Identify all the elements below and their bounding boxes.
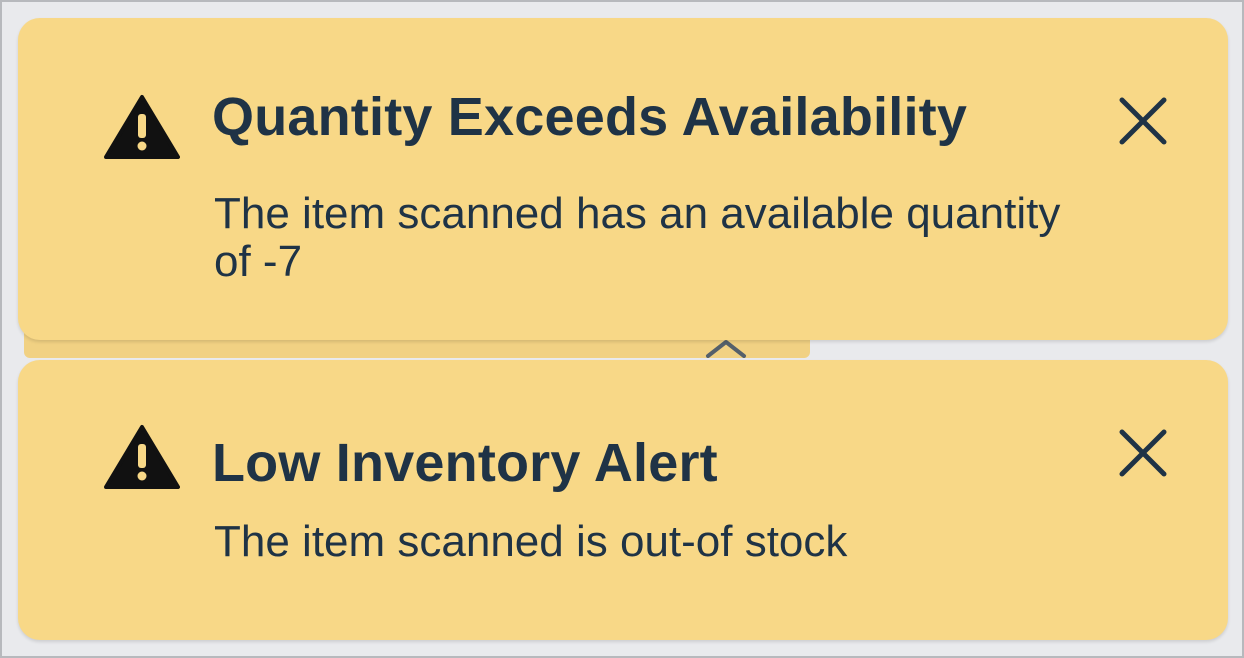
- toast-title: Low Inventory Alert: [212, 433, 718, 493]
- close-button[interactable]: [1114, 92, 1172, 150]
- toast-message: The item scanned is out-of stock: [214, 517, 848, 566]
- toast-low-inventory: Low Inventory Alert The item scanned is …: [18, 360, 1228, 640]
- notification-area: Quantity Exceeds Availability The item s…: [0, 0, 1244, 658]
- close-icon[interactable]: [1114, 92, 1172, 150]
- toast-message: The item scanned has an available quanti…: [214, 189, 1061, 286]
- chevron-up-icon: [702, 338, 750, 358]
- warning-icon: [104, 94, 180, 160]
- toast-quantity-exceeds: Quantity Exceeds Availability The item s…: [18, 18, 1228, 340]
- close-icon[interactable]: [1114, 424, 1172, 482]
- close-button[interactable]: [1114, 424, 1172, 482]
- toast-title: Quantity Exceeds Availability: [212, 87, 968, 147]
- warning-icon: [104, 424, 180, 490]
